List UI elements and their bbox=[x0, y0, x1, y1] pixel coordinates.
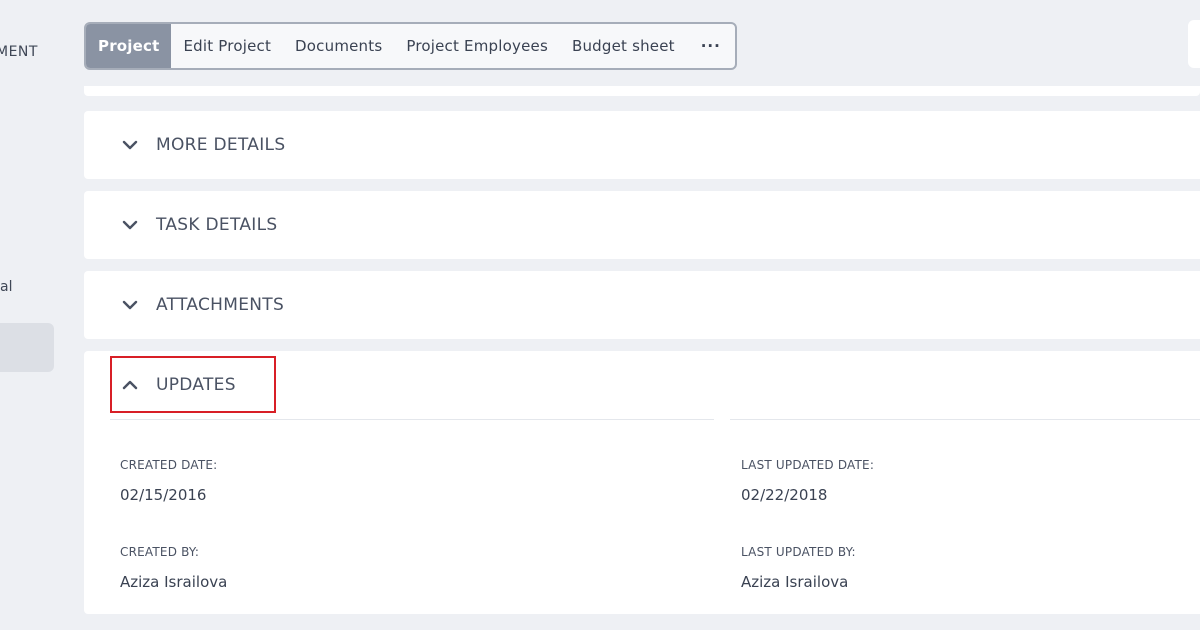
tab-project-employees[interactable]: Project Employees bbox=[394, 24, 560, 68]
chevron-down-icon bbox=[120, 295, 140, 315]
sidebar-item-active[interactable] bbox=[0, 323, 54, 372]
sidebar: MENT al bbox=[0, 0, 60, 630]
last-updated-date-label: LAST UPDATED DATE: bbox=[741, 458, 875, 472]
previous-panel-bottom bbox=[84, 86, 1200, 96]
created-by-label: CREATED BY: bbox=[120, 545, 200, 559]
created-date-label: CREATED DATE: bbox=[120, 458, 218, 472]
sidebar-heading: MENT bbox=[0, 44, 38, 60]
right-edge-control[interactable] bbox=[1188, 20, 1200, 68]
tab-more-ellipsis[interactable]: ··· bbox=[687, 24, 735, 68]
chevron-down-icon bbox=[120, 135, 140, 155]
section-more-details[interactable]: MORE DETAILS bbox=[84, 111, 1200, 179]
section-title: TASK DETAILS bbox=[156, 215, 278, 235]
section-task-details[interactable]: TASK DETAILS bbox=[84, 191, 1200, 259]
last-updated-date-value: 02/22/2018 bbox=[741, 486, 828, 504]
created-by-value: Aziza Israilova bbox=[120, 573, 228, 591]
section-updates: UPDATES CREATED DATE: 02/15/2016 LAST UP… bbox=[84, 351, 1200, 614]
section-title: MORE DETAILS bbox=[156, 135, 286, 155]
section-attachments[interactable]: ATTACHMENTS bbox=[84, 271, 1200, 339]
section-updates-header[interactable]: UPDATES bbox=[84, 351, 1200, 419]
tab-documents[interactable]: Documents bbox=[283, 24, 394, 68]
tab-edit-project[interactable]: Edit Project bbox=[171, 24, 283, 68]
divider bbox=[110, 419, 714, 420]
section-title: UPDATES bbox=[156, 375, 236, 395]
section-title: ATTACHMENTS bbox=[156, 295, 285, 315]
project-tab-bar: Project Edit Project Documents Project E… bbox=[84, 22, 737, 70]
divider bbox=[730, 419, 1200, 420]
chevron-up-icon bbox=[120, 375, 140, 395]
sidebar-item-partial[interactable]: al bbox=[0, 279, 12, 295]
tab-project[interactable]: Project bbox=[86, 24, 172, 68]
created-date-value: 02/15/2016 bbox=[120, 486, 207, 504]
tab-budget-sheet[interactable]: Budget sheet bbox=[560, 24, 687, 68]
last-updated-by-value: Aziza Israilova bbox=[741, 573, 849, 591]
chevron-down-icon bbox=[120, 215, 140, 235]
last-updated-by-label: LAST UPDATED BY: bbox=[741, 545, 856, 559]
